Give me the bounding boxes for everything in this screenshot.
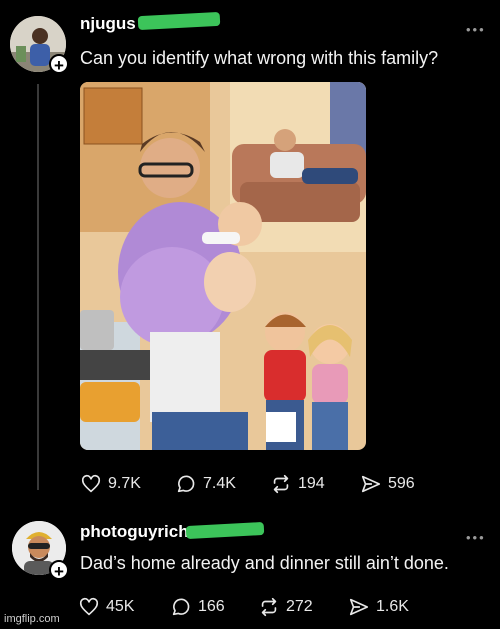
reply-comment-button[interactable]: 166	[170, 596, 225, 618]
post-image[interactable]	[80, 82, 366, 450]
reply-comment-count: 166	[198, 598, 225, 615]
post-username[interactable]: njugus	[80, 14, 136, 34]
reply-username[interactable]: photoguyrich	[80, 522, 189, 542]
reply-repost-button[interactable]: 272	[258, 596, 313, 618]
like-button[interactable]: 9.7K	[80, 473, 141, 495]
follow-button-photoguyrich[interactable]: +	[49, 560, 69, 581]
post-text: Can you identify what wrong with this fa…	[80, 48, 439, 68]
send-icon	[349, 598, 369, 616]
share-button[interactable]: 596	[360, 473, 415, 495]
like-count: 9.7K	[108, 475, 141, 492]
repost-icon	[261, 597, 277, 617]
thread-line	[37, 84, 39, 490]
follow-button-njugus[interactable]: +	[49, 54, 69, 75]
username-redaction	[185, 521, 265, 540]
reply-like-button[interactable]: 45K	[78, 596, 134, 618]
watermark: imgflip.com	[4, 613, 60, 625]
repost-button[interactable]: 194	[270, 473, 325, 495]
comment-icon	[172, 598, 190, 616]
reply-like-count: 45K	[106, 598, 135, 615]
reply-share-count: 1.6K	[376, 598, 409, 615]
reply-share-button[interactable]: 1.6K	[348, 596, 409, 618]
repost-count: 194	[298, 475, 325, 492]
comment-count: 7.4K	[203, 475, 236, 492]
heart-icon	[81, 474, 101, 493]
reply-more-button[interactable]: •••	[466, 530, 486, 545]
reply-repost-count: 272	[286, 598, 313, 615]
comment-button[interactable]: 7.4K	[175, 473, 236, 495]
heart-icon	[79, 597, 99, 616]
username-redaction	[137, 11, 221, 31]
comment-icon	[177, 475, 195, 493]
share-count: 596	[388, 475, 415, 492]
reply-text: Dad’s home already and dinner still ain’…	[80, 553, 449, 573]
post-more-button[interactable]: •••	[466, 22, 486, 37]
repost-icon	[273, 474, 289, 494]
send-icon	[361, 475, 381, 493]
family-illustration	[80, 82, 366, 450]
